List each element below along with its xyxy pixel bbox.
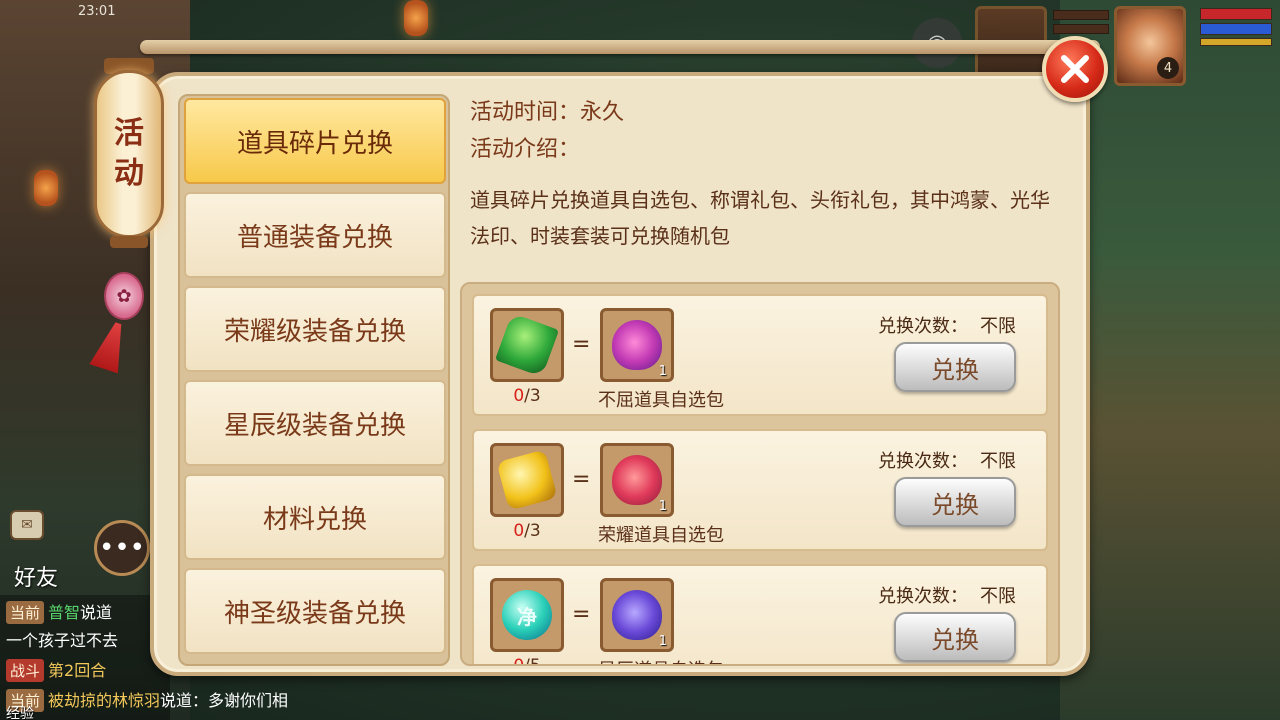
- equals-sign: =: [572, 467, 591, 492]
- chat-box[interactable]: 当前 普智说道 一个孩子过不去 战斗 第2回合 当前 被劫掠的林惊羽说道：多谢你们相: [0, 595, 288, 720]
- tab-list: 道具碎片兑换 普通装备兑换 荣耀级装备兑换 星辰级装备兑换 材料兑换 神圣级装备…: [178, 94, 450, 666]
- fragment-slot[interactable]: [490, 308, 564, 382]
- chat-line: 一个孩子过不去: [6, 631, 119, 650]
- activity-intro-label: 活动介绍：: [470, 137, 581, 162]
- exchange-row: 净 = 1 0/5 星辰道具自选包 兑换次数：不限 兑换: [472, 564, 1048, 666]
- blue-bag-icon: [612, 590, 662, 640]
- player-anger-bar: [1200, 38, 1272, 46]
- close-icon: [1061, 55, 1089, 83]
- player-mp-bar: [1200, 23, 1272, 35]
- tab-normal-equipment-exchange[interactable]: 普通装备兑换: [184, 192, 446, 278]
- exchange-limit: 兑换次数： 不限: [878, 316, 1016, 337]
- scene-lantern-icon: [404, 0, 428, 36]
- fragment-progress: 0/3: [513, 521, 541, 541]
- tab-star-equipment-exchange[interactable]: 星辰级装备兑换: [184, 380, 446, 466]
- fragment-slot[interactable]: 净: [490, 578, 564, 652]
- tab-fragment-exchange[interactable]: 道具碎片兑换: [184, 98, 446, 184]
- reward-slot[interactable]: 1: [600, 443, 674, 517]
- exchange-row: = 1 0/3 荣耀道具自选包 兑换次数： 不限 兑换: [472, 429, 1048, 551]
- player-level: 4: [1157, 57, 1179, 79]
- knot-charm-icon: ✿: [104, 272, 144, 320]
- fragment-progress: 0/3: [513, 386, 541, 406]
- exchange-row: = 1 0/3 不屈道具自选包 兑换次数： 不限 兑换: [472, 294, 1048, 416]
- red-bag-icon: [612, 455, 662, 505]
- exp-label: 经验: [6, 706, 34, 720]
- tab-holy-equipment-exchange[interactable]: 神圣级装备兑换: [184, 568, 446, 654]
- activity-description: 道具碎片兑换道具自选包、称谓礼包、头衔礼包，其中鸿蒙、光华法印、时装套装可兑换随…: [470, 188, 1050, 248]
- chat-bubble-icon[interactable]: •••: [94, 520, 150, 576]
- exchange-limit: 兑换次数： 不限: [878, 586, 1016, 607]
- fragment-slot[interactable]: [490, 443, 564, 517]
- green-gem-fragment-icon: [494, 312, 560, 378]
- mail-icon[interactable]: ✉: [10, 510, 44, 540]
- chat-line: 战斗 第2回合: [6, 657, 106, 682]
- reward-name: 星辰道具自选包: [598, 656, 724, 664]
- exchange-list[interactable]: = 1 0/3 不屈道具自选包 兑换次数： 不限 兑换 = 1 0/3 荣耀道具自…: [460, 282, 1060, 666]
- reward-slot[interactable]: 1: [600, 308, 674, 382]
- pet-mp-bar: [1053, 24, 1109, 34]
- exchange-button[interactable]: 兑换: [894, 342, 1016, 392]
- player-portrait[interactable]: 4: [1114, 6, 1186, 86]
- clock: 23:01: [78, 4, 116, 19]
- purple-bag-icon: [612, 320, 662, 370]
- exchange-button[interactable]: 兑换: [894, 477, 1016, 527]
- reward-slot[interactable]: 1: [600, 578, 674, 652]
- game-scene-right: [1060, 0, 1280, 720]
- player-hp-bar: [1200, 8, 1272, 20]
- equals-sign: =: [572, 602, 591, 627]
- equals-sign: =: [572, 332, 591, 357]
- activity-time: 活动时间：永久: [470, 100, 625, 125]
- close-button[interactable]: [1042, 36, 1108, 102]
- dialog-scroll-rod: [140, 40, 1100, 54]
- reward-name: 荣耀道具自选包: [598, 525, 724, 546]
- exchange-limit: 兑换次数： 不限: [878, 451, 1016, 472]
- friend-button[interactable]: 好友: [14, 560, 58, 592]
- gold-fragment-icon: [496, 449, 558, 511]
- tab-material-exchange[interactable]: 材料兑换: [184, 474, 446, 560]
- chat-line: 当前 普智说道: [6, 599, 112, 624]
- chat-line: 当前 被劫掠的林惊羽说道：多谢你们相: [6, 687, 288, 712]
- cyan-orb-fragment-icon: 净: [502, 590, 552, 640]
- dialog-title-lantern: 活 动: [94, 70, 164, 238]
- fragment-progress: 0/5: [513, 656, 541, 666]
- scene-lantern-icon: [34, 170, 58, 206]
- lantern-bottom: [110, 236, 148, 248]
- pet-hp-bar: [1053, 10, 1109, 20]
- exchange-button[interactable]: 兑换: [894, 612, 1016, 662]
- reward-name: 不屈道具自选包: [598, 390, 724, 411]
- tab-glory-equipment-exchange[interactable]: 荣耀级装备兑换: [184, 286, 446, 372]
- title-char: 活: [114, 116, 144, 151]
- title-char: 动: [114, 156, 144, 191]
